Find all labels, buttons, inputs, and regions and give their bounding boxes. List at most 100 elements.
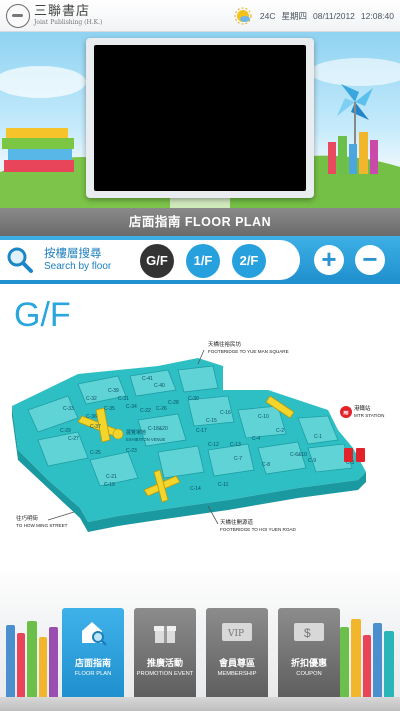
floor-search-bar: 按樓層搜尋 Search by floor G/F 1/F 2/F + − (0, 236, 400, 284)
date: 08/11/2012 (312, 11, 355, 21)
book-decoration (6, 625, 15, 697)
menu-floor-plan-cn: 店面指南 (74, 658, 111, 668)
exhibition-icon (112, 428, 124, 440)
unit-label: C-31 (118, 396, 129, 402)
logo-english-name: Joint Publishing (H.K.) (34, 19, 103, 26)
menu-floor-plan-en: FLOOR PLAN (74, 671, 112, 677)
gift-icon (154, 626, 176, 643)
svg-text:FOOTBRIDGE TO YUE MAN SQUARE: FOOTBRIDGE TO YUE MAN SQUARE (208, 349, 289, 354)
vip-card-icon: VIP (222, 623, 252, 641)
floor-plan-map[interactable]: C-41 C-40 C-28 C-39 C-32 C-31 C-33 C-30 … (8, 340, 392, 550)
menu-coupon[interactable]: $ 折扣優惠 COUPON (278, 608, 340, 698)
weekday: 星期四 (281, 11, 307, 21)
unit-label: C-32 (86, 396, 97, 402)
unit-label: C-41 (142, 376, 153, 382)
floor-search-panel: 按樓層搜尋 Search by floor G/F 1/F 2/F (0, 240, 300, 280)
svg-text:展覽場地: 展覽場地 (126, 429, 146, 436)
unit-label: C-35 (104, 406, 115, 412)
status-area: 24C 星期四 08/11/2012 12:08:40 (234, 0, 394, 32)
unit-label: C-39 (108, 388, 119, 394)
unit-label: C-6&10 (290, 452, 307, 458)
coupon-icon: $ (294, 623, 324, 641)
svg-text:MTR STATION: MTR STATION (354, 413, 384, 418)
street-exit-label: 往巧明街 TO HOW MING STREET (16, 511, 75, 528)
unit-label: C-11 (218, 482, 229, 488)
unit-label: C-28 (168, 400, 179, 406)
mtr-station-label: ≋ 港鐵站 MTR STATION (340, 404, 384, 462)
book-decoration (363, 635, 371, 697)
search-label-en: Search by floor (44, 260, 112, 272)
svg-text:FOOTBRIDGE TO HOI YUEN ROAD: FOOTBRIDGE TO HOI YUEN ROAD (220, 527, 296, 532)
unit-label: C-29 (60, 428, 71, 434)
top-status-bar: 三聯書店 Joint Publishing (H.K.) 24C 星期四 08/… (0, 0, 400, 32)
logo-seal-icon (6, 3, 30, 28)
floor-button-1f[interactable]: 1/F (186, 244, 220, 278)
unit-label: C-40 (154, 383, 165, 389)
floor-button-gf[interactable]: G/F (140, 244, 174, 278)
menu-promotion-event[interactable]: 推廣活動 PROMOTION EVENT (134, 608, 196, 698)
floor-button-2f[interactable]: 2/F (232, 244, 266, 278)
promo-banner (0, 32, 400, 208)
menu-promotion-cn: 推廣活動 (146, 658, 183, 668)
book-decoration (39, 637, 47, 697)
unit-label: C-10 (258, 414, 269, 420)
page-title: 店面指南 FLOOR PLAN (0, 208, 400, 236)
search-icon (7, 247, 33, 273)
unit-label: C-2 (276, 428, 284, 434)
book-decoration (17, 633, 25, 697)
video-frame (86, 38, 314, 198)
book-decoration (49, 627, 58, 697)
logo-chinese-name: 三聯書店 (34, 4, 91, 19)
brand-logo: 三聯書店 Joint Publishing (H.K.) (6, 3, 103, 28)
unit-label: C-19 (104, 482, 115, 488)
unit-label: C-21 (106, 474, 117, 480)
shelf-board (0, 697, 400, 711)
svg-text:天橋往裕民坊: 天橋往裕民坊 (208, 340, 242, 348)
menu-floor-plan[interactable]: 店面指南 FLOOR PLAN (62, 608, 124, 698)
unit-label: C-4 (252, 436, 260, 442)
zoom-out-button[interactable]: − (355, 245, 385, 275)
unit-label: C-15 (206, 418, 217, 424)
menu-membership[interactable]: VIP 會員尊區 MEMBERSHIP (206, 608, 268, 698)
unit-label: C-9 (308, 458, 316, 464)
menu-membership-cn: 會員尊區 (218, 658, 255, 668)
menu-promotion-en: PROMOTION EVENT (136, 671, 194, 677)
mtr-entrance-icon (356, 448, 365, 462)
svg-text:天橋往開源道: 天橋往開源道 (220, 518, 254, 526)
video-screen[interactable] (94, 45, 306, 191)
unit-label: C-16 (220, 410, 231, 416)
unit-label: C-1 (314, 434, 322, 440)
book-decoration (351, 619, 361, 697)
unit-label: C-25 (90, 450, 101, 456)
svg-text:EXHIBITION VENUE: EXHIBITION VENUE (126, 437, 166, 442)
book-decoration (373, 623, 382, 697)
unit-label: C-22 (140, 408, 151, 414)
unit-label: C-26 (156, 406, 167, 412)
menu-membership-en: MEMBERSHIP (217, 671, 257, 677)
svg-text:TO HOW MING STREET: TO HOW MING STREET (16, 523, 68, 528)
svg-text:港鐵站: 港鐵站 (354, 404, 371, 412)
unit-label: C-17 (196, 428, 207, 434)
floor-title: G/F (14, 296, 71, 334)
menu-coupon-en: COUPON (296, 671, 322, 677)
svg-text:≋: ≋ (343, 410, 349, 417)
svg-text:VIP: VIP (227, 629, 244, 639)
unit-label: C-30 (188, 396, 199, 402)
unit-label: C-37 (90, 424, 101, 430)
unit-label: C-34 (126, 404, 137, 410)
unit-label: C-8 (262, 462, 270, 468)
unit-label: C-12 (208, 442, 219, 448)
house-search-icon (82, 622, 107, 646)
unit-label: C-27 (68, 436, 79, 442)
search-label-cn: 按樓層搜尋 (44, 247, 102, 260)
book-decoration (27, 621, 37, 697)
mtr-entrance-icon (344, 448, 353, 462)
unit-label: C-36 (86, 414, 97, 420)
book-decoration (340, 627, 349, 697)
zoom-in-button[interactable]: + (314, 245, 344, 275)
footbridge-north-label: 天橋往裕民坊 FOOTBRIDGE TO YUE MAN SQUARE (197, 340, 289, 365)
svg-text:往巧明街: 往巧明街 (16, 514, 39, 522)
unit-label: C-18&20 (148, 426, 168, 432)
screen: 三聯書店 Joint Publishing (H.K.) 24C 星期四 08/… (0, 0, 400, 711)
unit-label: C-33 (63, 406, 74, 412)
